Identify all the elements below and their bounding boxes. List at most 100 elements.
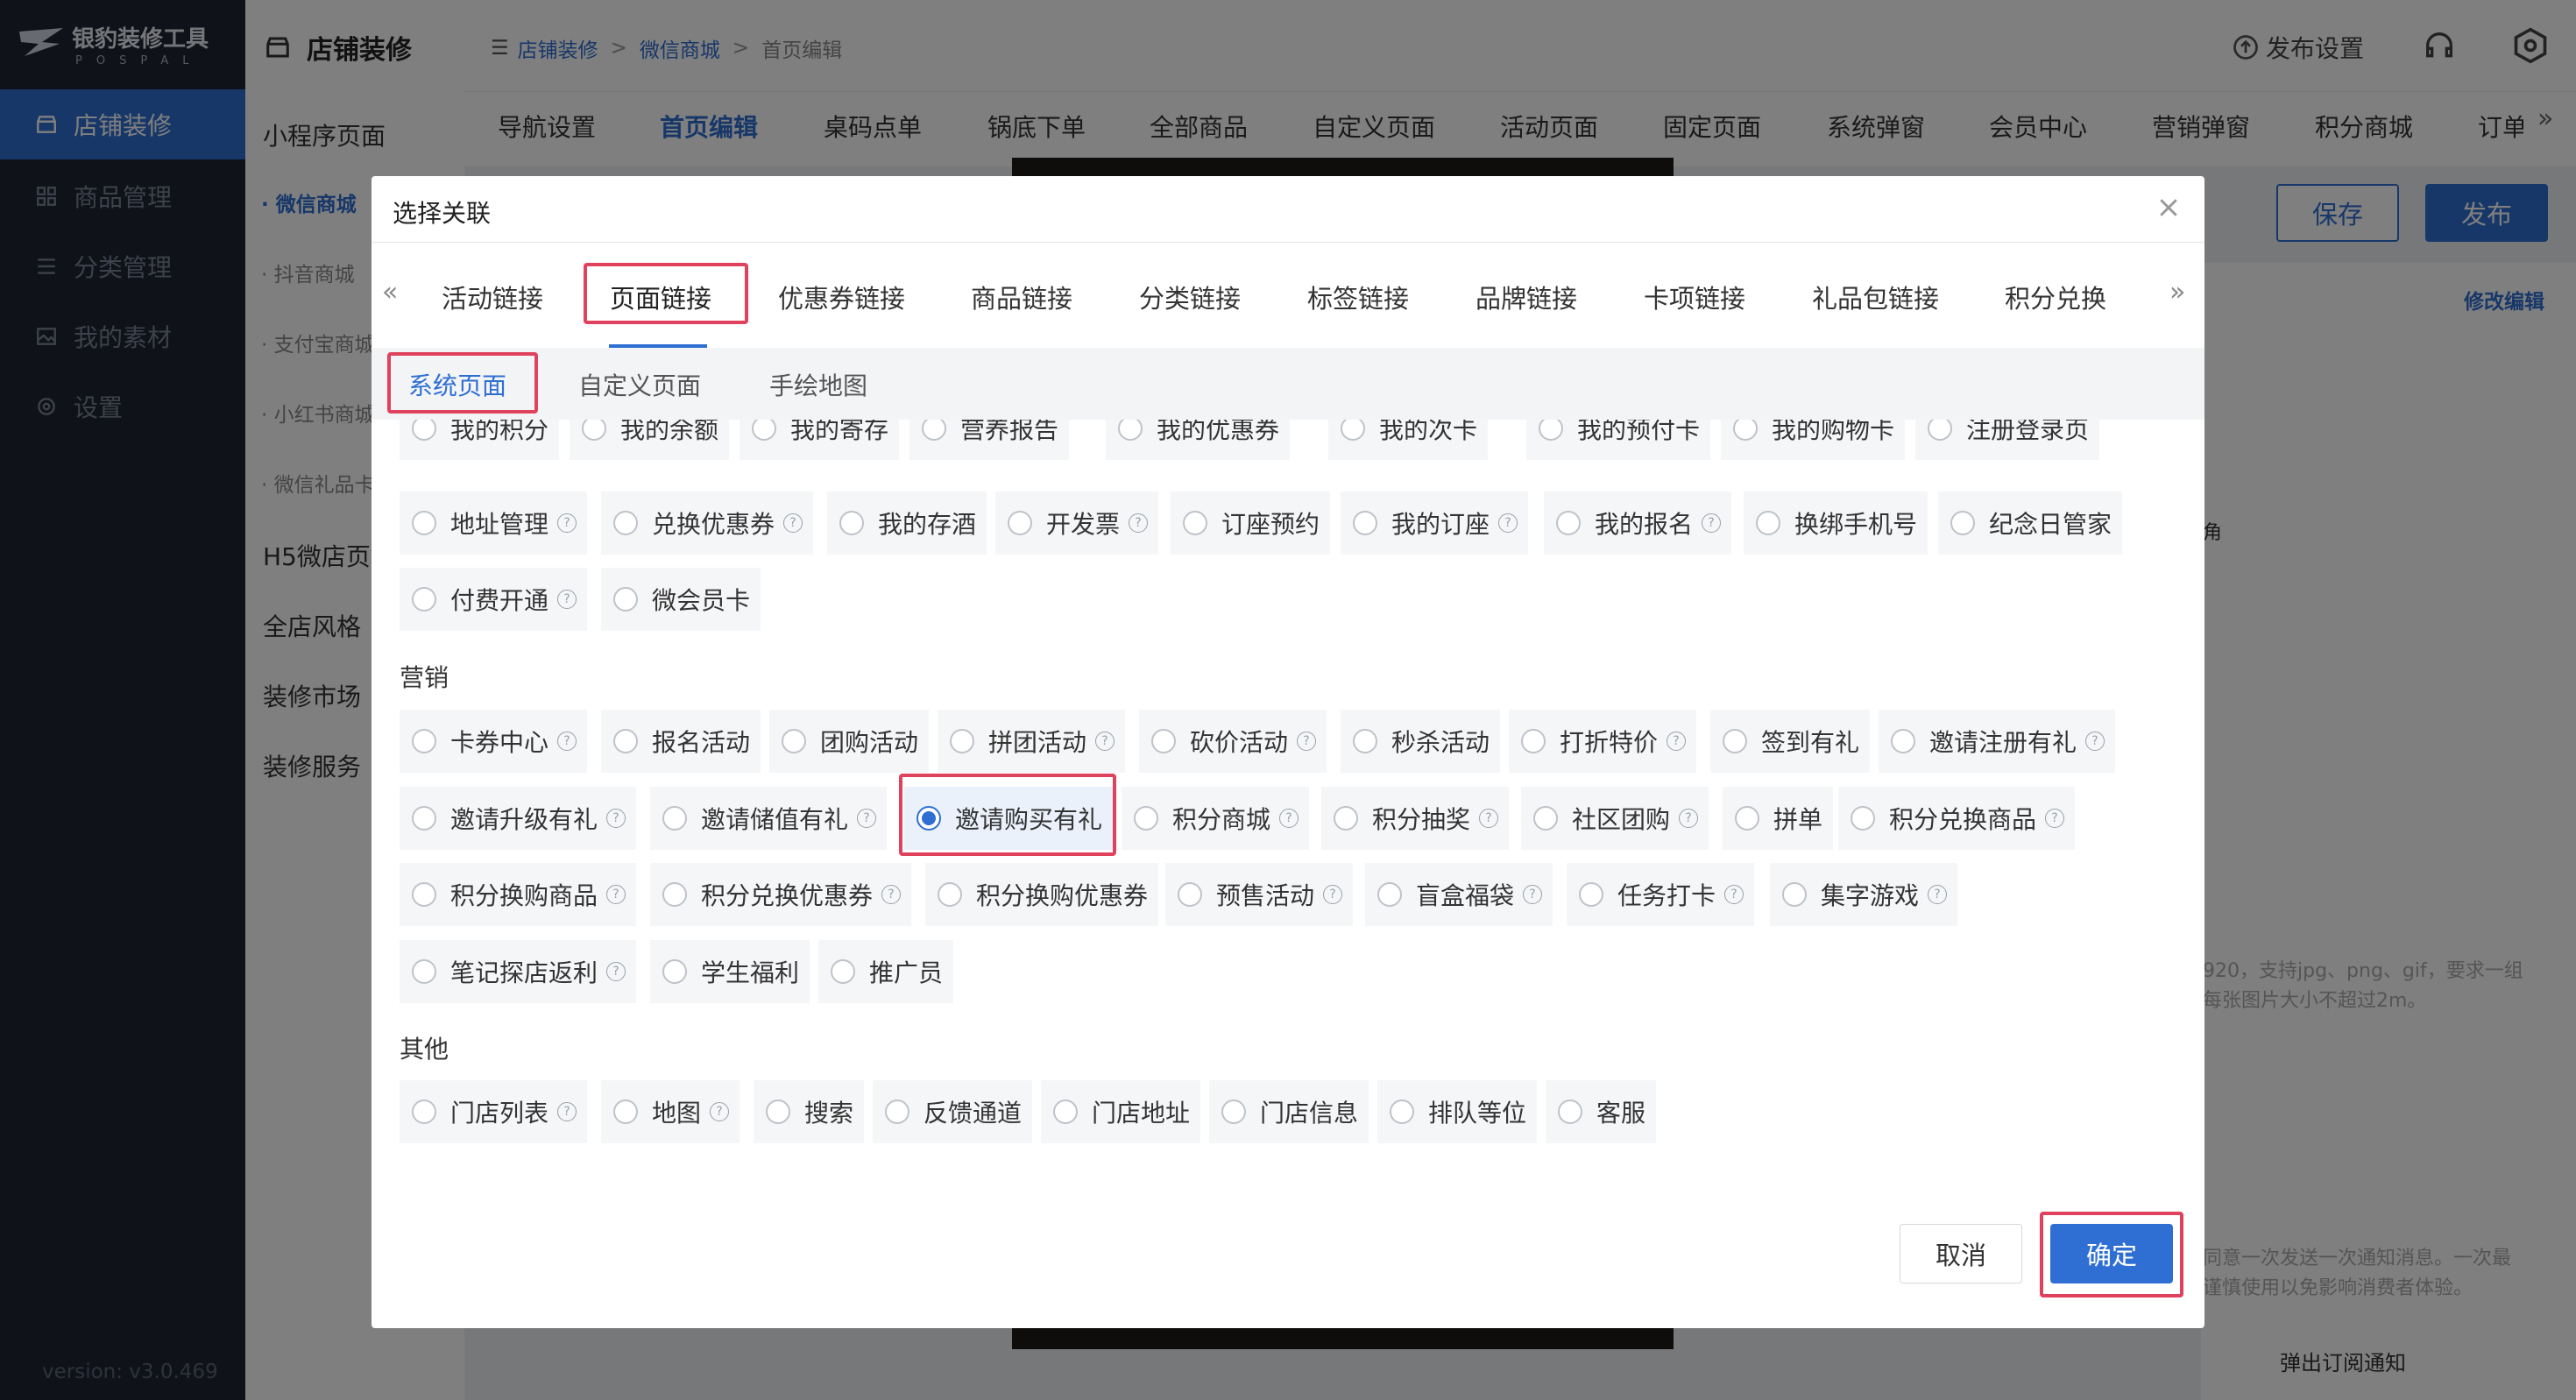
radio-button[interactable]: [1008, 511, 1032, 535]
option-check-in[interactable]: 签到有礼: [1710, 710, 1871, 773]
option-store-address[interactable]: 门店地址: [1041, 1080, 1201, 1143]
option-queue[interactable]: 排队等位: [1377, 1080, 1538, 1143]
option-search[interactable]: 搜索: [754, 1080, 865, 1143]
option-points-exchange-coupon[interactable]: 积分兑换优惠券?: [650, 863, 912, 926]
radio-button[interactable]: [1782, 882, 1807, 907]
option-redeem-coupon[interactable]: 兑换优惠券?: [601, 491, 814, 555]
radio-button[interactable]: [412, 882, 436, 907]
radio-button[interactable]: [613, 729, 638, 753]
option-my-signup[interactable]: 我的报名?: [1544, 491, 1732, 555]
link-option[interactable]: 我的购物卡: [1721, 420, 1906, 460]
option-store-info[interactable]: 门店信息: [1209, 1080, 1369, 1143]
subtab-custom-pages[interactable]: 自定义页面: [578, 367, 701, 402]
tab-coupon-link[interactable]: 优惠券链接: [778, 279, 905, 315]
option-blind-box[interactable]: 盲盒福袋?: [1365, 863, 1553, 926]
option-address[interactable]: 地址管理?: [400, 491, 588, 555]
radio-button[interactable]: [662, 959, 687, 984]
option-points-buy-coupon[interactable]: 积分换购优惠券: [925, 863, 1159, 926]
link-option[interactable]: 我的优惠券: [1106, 420, 1291, 460]
radio-button[interactable]: [938, 882, 962, 907]
radio-button[interactable]: [412, 959, 436, 984]
option-flash-sale[interactable]: 秒杀活动: [1341, 710, 1501, 773]
close-button[interactable]: [2155, 194, 2182, 221]
tab-tag-link[interactable]: 标签链接: [1307, 279, 1409, 315]
radio-button[interactable]: [1353, 511, 1377, 535]
option-my-booking[interactable]: 我的订座?: [1341, 491, 1529, 555]
radio-button[interactable]: [412, 511, 436, 535]
radio-button[interactable]: [1178, 882, 1202, 907]
option-invite-register[interactable]: 邀请注册有礼?: [1879, 710, 2116, 773]
radio-button[interactable]: [1521, 729, 1546, 753]
tab-brand-link[interactable]: 品牌链接: [1476, 279, 1577, 315]
option-points-buy-goods[interactable]: 积分换购商品?: [400, 863, 637, 926]
option-signup-activity[interactable]: 报名活动: [601, 710, 761, 773]
option-customer-service[interactable]: 客服: [1546, 1080, 1657, 1143]
subtab-hand-drawn-map[interactable]: 手绘地图: [769, 367, 867, 402]
option-group-buy[interactable]: 团购活动: [769, 710, 930, 773]
option-invite-upgrade[interactable]: 邀请升级有礼?: [400, 787, 637, 850]
radio-button[interactable]: [1558, 1099, 1582, 1124]
option-change-phone[interactable]: 换绑手机号: [1744, 491, 1928, 555]
option-map[interactable]: 地图?: [601, 1080, 740, 1143]
radio-button[interactable]: [1390, 1099, 1414, 1124]
link-option[interactable]: 我的预付卡: [1526, 420, 1711, 460]
option-reservation[interactable]: 订座预约: [1171, 491, 1331, 555]
option-coupon-center[interactable]: 卡券中心?: [400, 710, 588, 773]
option-presale[interactable]: 预售活动?: [1165, 863, 1354, 926]
radio-button[interactable]: [662, 882, 687, 907]
radio-button[interactable]: [1334, 806, 1358, 831]
radio-button[interactable]: [766, 1099, 790, 1124]
option-bargain[interactable]: 砍价活动?: [1139, 710, 1327, 773]
tab-card-link[interactable]: 卡项链接: [1644, 279, 1745, 315]
option-student-benefit[interactable]: 学生福利: [650, 940, 810, 1003]
radio-button[interactable]: [1891, 729, 1915, 753]
option-task-checkin[interactable]: 任务打卡?: [1567, 863, 1755, 926]
radio-button[interactable]: [1134, 806, 1158, 831]
option-member-card[interactable]: 微会员卡: [601, 568, 761, 631]
radio-button[interactable]: [1377, 882, 1402, 907]
radio-button[interactable]: [839, 511, 864, 535]
radio-button[interactable]: [412, 587, 436, 612]
option-word-game[interactable]: 集字游戏?: [1770, 863, 1958, 926]
option-anniversary[interactable]: 纪念日管家: [1938, 491, 2123, 555]
radio-button[interactable]: [831, 959, 855, 984]
option-share-order[interactable]: 拼单: [1723, 787, 1834, 850]
tab-product-link[interactable]: 商品链接: [971, 279, 1072, 315]
radio-button[interactable]: [1151, 729, 1176, 753]
radio-button[interactable]: [885, 1099, 909, 1124]
option-paid-open[interactable]: 付费开通?: [400, 568, 588, 631]
radio-button[interactable]: [412, 729, 436, 753]
radio-button[interactable]: [1053, 1099, 1078, 1124]
tabs-next-icon[interactable]: »: [2169, 277, 2185, 308]
radio-button[interactable]: [782, 729, 806, 753]
link-option[interactable]: 注册登录页: [1915, 420, 2100, 460]
link-option[interactable]: 我的积分: [400, 420, 560, 460]
tabs-prev-icon[interactable]: «: [382, 277, 398, 308]
tab-activity-link[interactable]: 活动链接: [442, 279, 543, 315]
radio-button[interactable]: [950, 729, 974, 753]
radio-button[interactable]: [1579, 882, 1603, 907]
radio-button[interactable]: [613, 1099, 638, 1124]
tab-points-exchange[interactable]: 积分兑换: [2005, 279, 2106, 315]
option-invite-recharge[interactable]: 邀请储值有礼?: [650, 787, 888, 850]
option-points-mall[interactable]: 积分商城?: [1122, 787, 1310, 850]
radio-button[interactable]: [1723, 729, 1747, 753]
tab-category-link[interactable]: 分类链接: [1139, 279, 1241, 315]
option-store-list[interactable]: 门店列表?: [400, 1080, 588, 1143]
link-option[interactable]: 我的余额: [570, 420, 730, 460]
radio-button[interactable]: [662, 806, 687, 831]
radio-button[interactable]: [1556, 511, 1581, 535]
radio-button[interactable]: [1735, 806, 1759, 831]
option-note-rebate[interactable]: 笔记探店返利?: [400, 940, 637, 1003]
radio-button[interactable]: [1950, 511, 1975, 535]
radio-button[interactable]: [613, 587, 638, 612]
option-community-buy[interactable]: 社区团购?: [1521, 787, 1709, 850]
radio-button[interactable]: [1756, 511, 1780, 535]
radio-button[interactable]: [1353, 729, 1377, 753]
option-invoice[interactable]: 开发票?: [995, 491, 1159, 555]
link-option[interactable]: 我的次卡: [1328, 420, 1489, 460]
radio-button[interactable]: [1851, 806, 1875, 831]
option-points-exchange-goods[interactable]: 积分兑换商品?: [1838, 787, 2076, 850]
option-team-buy[interactable]: 拼团活动?: [938, 710, 1126, 773]
radio-button[interactable]: [412, 806, 436, 831]
